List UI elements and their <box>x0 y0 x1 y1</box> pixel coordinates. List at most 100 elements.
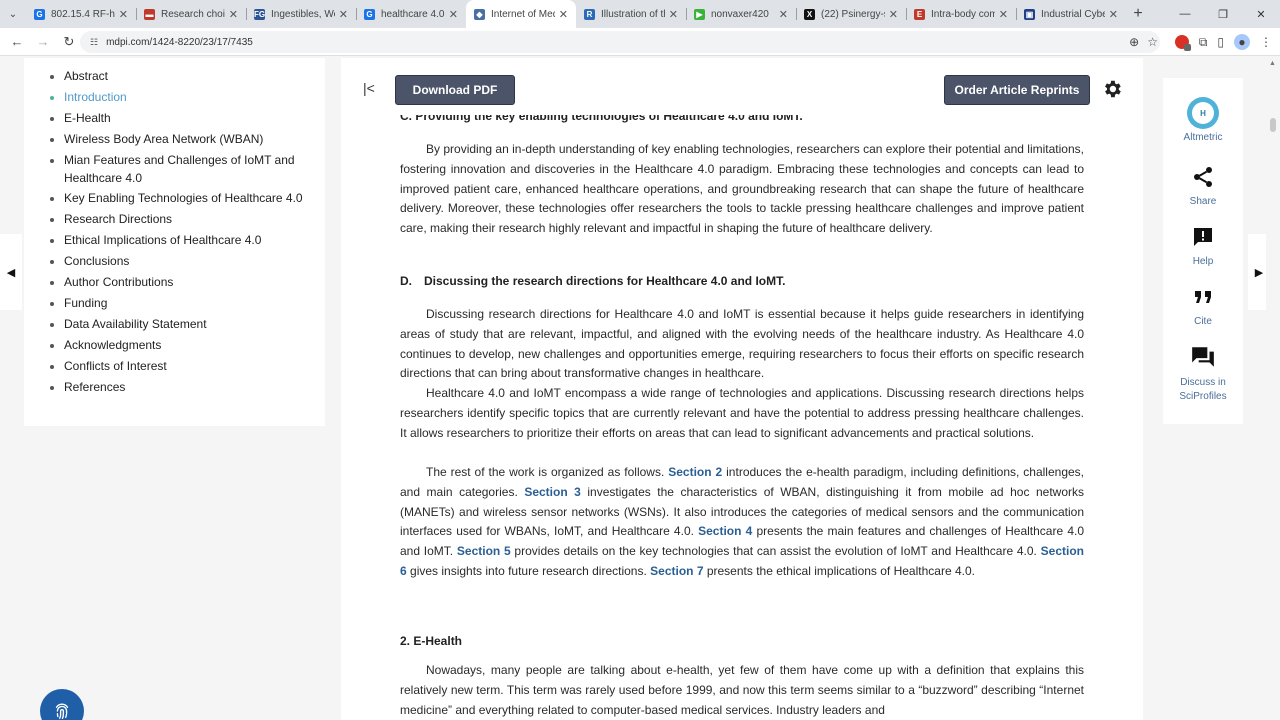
reload-icon[interactable]: ↻ <box>56 28 82 56</box>
tab-title: Industrial Cyberp <box>1041 8 1105 20</box>
help-button[interactable]: Help <box>1163 222 1243 267</box>
toc-item[interactable]: Research Directions <box>50 209 325 230</box>
settings-gear-icon[interactable] <box>1101 78 1123 100</box>
cite-button[interactable]: Cite <box>1163 282 1243 327</box>
tab-close-icon[interactable]: ✕ <box>669 8 678 21</box>
article-body: C. Providing the key enabling technologi… <box>341 58 1143 720</box>
toc-item[interactable]: Conflicts of Interest <box>50 356 325 377</box>
extensions-puzzle-icon[interactable]: ⧉ <box>1199 35 1208 50</box>
toc-item[interactable]: Abstract <box>50 66 325 87</box>
text-span: provides details on the key technologies… <box>510 544 1041 559</box>
tab-title: (22) Psinergy-solu <box>821 8 885 20</box>
fingerprint-icon <box>55 703 69 720</box>
tab-search-chevron-icon[interactable]: ⌄ <box>0 0 26 28</box>
toc-item[interactable]: Wireless Body Area Network (WBAN) <box>50 129 325 150</box>
tab-title: Illustration of the <box>601 8 665 20</box>
text-span: gives insights into future research dire… <box>406 563 651 578</box>
toc-item[interactable]: Data Availability Statement <box>50 314 325 335</box>
section-3-link[interactable]: Section 3 <box>524 485 581 499</box>
previous-article-arrow-icon[interactable]: ◀ <box>0 234 22 310</box>
back-arrow-icon[interactable]: ← <box>4 28 30 56</box>
discuss-button[interactable]: Discuss in SciProfiles <box>1163 342 1243 404</box>
browser-tab[interactable]: ▣ Industrial Cyberp ✕ <box>1016 0 1126 28</box>
toc-item[interactable]: Introduction <box>50 87 325 108</box>
altmetric-badge-icon: H <box>1187 97 1219 129</box>
toc-item[interactable]: Funding <box>50 293 325 314</box>
toc-item[interactable]: References <box>50 377 325 398</box>
text-span: The rest of the work is organized as fol… <box>426 465 669 479</box>
browser-tab[interactable]: ▶ nonvaxer420 ✕ <box>686 0 796 28</box>
article-action-bar: |< Download PDF Order Article Reprints <box>341 58 1143 114</box>
tab-close-icon[interactable]: ✕ <box>559 8 568 21</box>
page-scrollbar[interactable]: ▲ <box>1266 56 1280 720</box>
browser-tab[interactable]: X (22) Psinergy-solu ✕ <box>796 0 906 28</box>
cite-label: Cite <box>1194 316 1212 327</box>
url-text: mdpi.com/1424-8220/23/17/7435 <box>106 36 253 48</box>
zoom-icon[interactable]: ⊕ <box>1129 35 1139 49</box>
window-controls: — ❐ ✕ <box>1166 0 1280 28</box>
tab-close-icon[interactable]: ✕ <box>229 8 238 21</box>
collapse-sidebar-icon[interactable]: |< <box>363 80 375 96</box>
browser-tab[interactable]: E Intra-body comm ✕ <box>906 0 1016 28</box>
tab-favicon-icon: X <box>804 8 815 20</box>
toc-item[interactable]: Conclusions <box>50 251 325 272</box>
tab-close-icon[interactable]: ✕ <box>1109 8 1118 21</box>
scroll-up-icon[interactable]: ▲ <box>1269 60 1276 67</box>
altmetric-widget[interactable]: H Altmetric <box>1163 97 1243 143</box>
text-span: presents the ethical implications of Hea… <box>703 563 975 578</box>
toc-item[interactable]: Ethical Implications of Healthcare 4.0 <box>50 230 325 251</box>
paragraph-organization: The rest of the work is organized as fol… <box>400 463 1084 582</box>
section-2-heading: 2. E-Health <box>400 634 463 648</box>
toc-item[interactable]: Key Enabling Technologies of Healthcare … <box>50 188 325 209</box>
toc-list: Abstract Introduction E-Health Wireless Bod… <box>24 58 325 398</box>
toc-item[interactable]: Mian Features and Challenges of IoMT and… <box>50 150 325 188</box>
tab-close-icon[interactable]: ✕ <box>779 8 788 21</box>
section-4-link[interactable]: Section 4 <box>698 524 752 538</box>
bookmark-star-icon[interactable]: ☆ <box>1147 35 1158 49</box>
restore-icon[interactable]: ❐ <box>1204 0 1242 28</box>
section-5-link[interactable]: Section 5 <box>457 544 511 558</box>
order-reprints-button[interactable]: Order Article Reprints <box>944 75 1090 105</box>
toc-item[interactable]: E-Health <box>50 108 325 129</box>
browser-tab[interactable]: Ghealthcare 4.0 - G ✕ <box>356 0 466 28</box>
browser-menu-icon[interactable]: ⋮ <box>1260 35 1272 49</box>
profile-avatar-icon[interactable]: ● <box>1234 34 1250 50</box>
browser-toolbar: ← → ↻ ☷ mdpi.com/1424-8220/23/17/7435 ⊕ … <box>0 28 1280 56</box>
download-pdf-button[interactable]: Download PDF <box>395 75 515 105</box>
tab-list: G802.15.4 RF-hybri✕▬Research choice f✕FG… <box>26 0 1126 28</box>
section-2-link[interactable]: Section 2 <box>668 465 722 479</box>
new-tab-plus-icon[interactable]: + <box>1126 0 1150 28</box>
tab-close-icon[interactable]: ✕ <box>889 8 898 21</box>
omnibox-icons: ⊕ ☆ <box>1129 31 1158 53</box>
share-button[interactable]: Share <box>1163 162 1243 207</box>
subsection-d-title: Discussing the research directions for H… <box>424 274 786 288</box>
scrollbar-thumb[interactable] <box>1270 118 1276 132</box>
browser-tab[interactable]: ▬ Research choice f ✕ <box>136 0 246 28</box>
fingerprint-button[interactable] <box>40 689 84 720</box>
section-7-link[interactable]: Section 7 <box>650 564 703 578</box>
close-window-icon[interactable]: ✕ <box>1242 0 1280 28</box>
site-info-icon[interactable]: ☷ <box>90 37 98 48</box>
tab-close-icon[interactable]: ✕ <box>119 8 128 21</box>
tab-close-icon[interactable]: ✕ <box>999 8 1008 21</box>
tab-close-icon[interactable]: ✕ <box>449 8 458 21</box>
extension-icon[interactable] <box>1174 35 1191 51</box>
tab-title: nonvaxer420 <box>711 8 769 20</box>
tab-title: Ingestibles, Wear <box>271 8 335 20</box>
browser-tab[interactable]: ◆ Internet of Medic ✕ <box>466 0 576 28</box>
sidebar-icon[interactable]: ▯ <box>1217 35 1224 49</box>
browser-tab[interactable]: R Illustration of the ✕ <box>576 0 686 28</box>
browser-tab[interactable]: G 802.15.4 RF-hybri ✕ <box>26 0 136 28</box>
tab-favicon-icon: R <box>584 8 595 20</box>
paragraph-ehealth: Nowadays, many people are talking about … <box>400 663 1084 717</box>
address-bar[interactable]: ☷ mdpi.com/1424-8220/23/17/7435 <box>80 31 1160 53</box>
quote-icon <box>1195 291 1211 303</box>
discuss-label: Discuss in SciProfiles <box>1163 376 1243 404</box>
paragraph-d2: Healthcare 4.0 and IoMT encompass a wide… <box>400 386 1084 440</box>
toc-item[interactable]: Author Contributions <box>50 272 325 293</box>
minimize-icon[interactable]: — <box>1166 0 1204 28</box>
browser-tab[interactable]: FG Ingestibles, Wear ✕ <box>246 0 356 28</box>
toc-item[interactable]: Acknowledgments <box>50 335 325 356</box>
forward-arrow-icon[interactable]: → <box>30 28 56 56</box>
tab-close-icon[interactable]: ✕ <box>339 8 348 21</box>
